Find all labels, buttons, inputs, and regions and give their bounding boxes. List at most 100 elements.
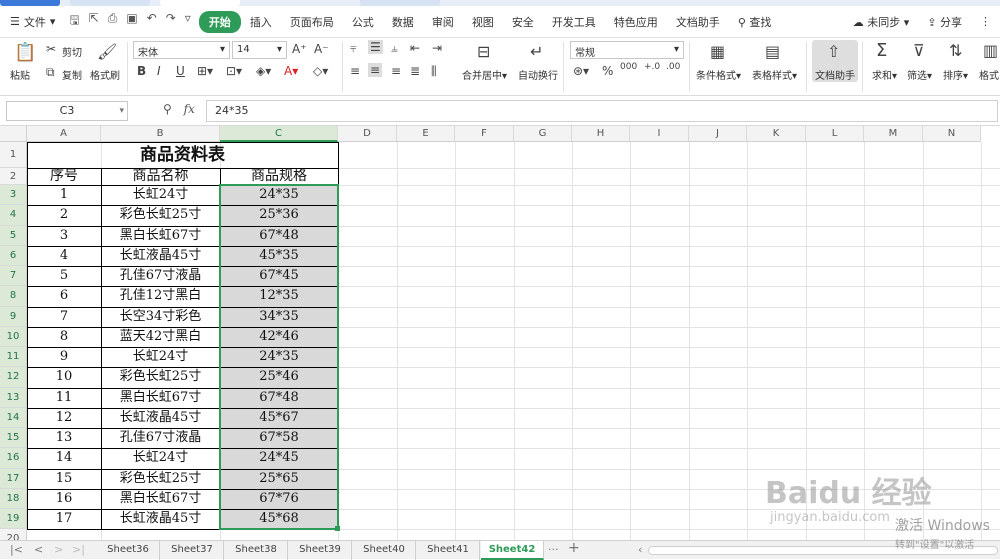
currency-icon[interactable]: ⊛▾ xyxy=(573,64,589,78)
cell-product-name[interactable]: 黑白长虹67寸 xyxy=(101,226,220,246)
cell-product-name[interactable]: 孔佳67寸液晶 xyxy=(101,428,220,448)
column-header-g[interactable]: G xyxy=(514,126,572,142)
cell-seq[interactable]: 1 xyxy=(27,185,101,205)
tab-home[interactable]: 开始 xyxy=(198,10,241,33)
add-sheet-button[interactable]: + xyxy=(568,540,580,556)
row-header-16[interactable]: 16 xyxy=(0,448,27,469)
select-all-corner[interactable] xyxy=(0,126,27,142)
header-product-name[interactable]: 商品名称 xyxy=(101,168,220,185)
search-command[interactable]: ⚲ 查找 xyxy=(729,14,781,30)
sheet-tab-sheet39[interactable]: Sheet39 xyxy=(289,541,352,560)
border-icon[interactable]: ⊞▾ xyxy=(197,64,213,78)
justify-icon[interactable]: ≣ xyxy=(410,64,420,78)
cell-product-name[interactable]: 长虹24寸 xyxy=(101,448,220,468)
cell-product-name[interactable]: 长虹液晶45寸 xyxy=(101,246,220,266)
cell-seq[interactable]: 10 xyxy=(27,367,101,387)
column-header-m[interactable]: M xyxy=(864,126,923,142)
file-menu[interactable]: ☰ 文件 ▾ xyxy=(0,14,61,30)
redo-icon[interactable]: ↷ xyxy=(166,11,176,32)
cell-seq[interactable]: 2 xyxy=(27,205,101,225)
align-top-icon[interactable]: ⫧ xyxy=(350,41,357,56)
sheet-tab-sheet37[interactable]: Sheet37 xyxy=(161,541,224,560)
sheet-tab-sheet41[interactable]: Sheet41 xyxy=(417,541,480,560)
zoom-icon[interactable]: ⚲ xyxy=(163,102,172,116)
copy-button[interactable]: 复制 xyxy=(62,67,82,82)
tab-data[interactable]: 数据 xyxy=(383,14,423,30)
row-header-2[interactable]: 2 xyxy=(0,168,27,185)
prev-sheet-icon[interactable]: < xyxy=(34,543,43,556)
cell-product-name[interactable]: 彩色长虹25寸 xyxy=(101,367,220,387)
row-header-6[interactable]: 6 xyxy=(0,245,27,266)
sheet-tab-sheet42[interactable]: Sheet42 xyxy=(481,541,544,560)
tab-security[interactable]: 安全 xyxy=(503,14,543,30)
cell-product-name[interactable]: 长虹24寸 xyxy=(101,347,220,367)
cell-seq[interactable]: 8 xyxy=(27,327,101,347)
row-header-5[interactable]: 5 xyxy=(0,225,27,246)
row-header-14[interactable]: 14 xyxy=(0,407,27,428)
cut-button[interactable]: 剪切 xyxy=(62,44,82,59)
underline-icon[interactable]: U xyxy=(176,64,185,78)
column-header-k[interactable]: K xyxy=(747,126,806,142)
sheet-tab-sheet40[interactable]: Sheet40 xyxy=(353,541,416,560)
row-header-19[interactable]: 19 xyxy=(0,509,27,530)
sort-button[interactable]: 排序▾ xyxy=(943,67,968,82)
align-right-icon[interactable]: ≡ xyxy=(391,64,401,78)
cell-product-name[interactable]: 长空34寸彩色 xyxy=(101,307,220,327)
row-header-18[interactable]: 18 xyxy=(0,488,27,509)
cell-seq[interactable]: 9 xyxy=(27,347,101,367)
tab-formulas[interactable]: 公式 xyxy=(343,14,383,30)
align-center-icon[interactable]: ≡ xyxy=(368,63,383,77)
tab-developer[interactable]: 开发工具 xyxy=(543,14,605,30)
font-name-select[interactable]: 宋体 ▾ xyxy=(133,41,230,59)
indent-increase-icon[interactable]: ⇥ xyxy=(432,41,442,55)
cell-seq[interactable]: 17 xyxy=(27,509,101,529)
cell-seq[interactable]: 12 xyxy=(27,408,101,428)
row-header-13[interactable]: 13 xyxy=(0,387,27,408)
paste-button[interactable]: 粘贴 xyxy=(10,67,30,82)
row-header-12[interactable]: 12 xyxy=(0,367,27,388)
cell-seq[interactable]: 13 xyxy=(27,428,101,448)
tab-doc-assistant[interactable]: 文档助手 xyxy=(667,14,729,30)
column-header-l[interactable]: L xyxy=(806,126,864,142)
column-header-d[interactable]: D xyxy=(338,126,397,142)
row-header-17[interactable]: 17 xyxy=(0,468,27,489)
column-header-a[interactable]: A xyxy=(27,126,101,142)
cell-product-name[interactable]: 彩色长虹25寸 xyxy=(101,205,220,225)
cell-product-name[interactable]: 黑白长虹67寸 xyxy=(101,388,220,408)
fill-color-icon[interactable]: ◈▾ xyxy=(256,64,271,78)
increase-decimal-icon[interactable]: +.0 xyxy=(644,62,660,72)
font-color-icon[interactable]: A▾ xyxy=(284,64,298,78)
scroll-left-icon[interactable]: ‹ xyxy=(638,543,642,556)
cell-product-name[interactable]: 蓝天42寸黑白 xyxy=(101,327,220,347)
cell-seq[interactable]: 4 xyxy=(27,246,101,266)
tab-page-layout[interactable]: 页面布局 xyxy=(281,14,343,30)
share-button[interactable]: ⇪ 分享 xyxy=(918,14,971,30)
conditional-format-button[interactable]: 条件格式▾ xyxy=(696,67,741,82)
bold-icon[interactable]: B xyxy=(137,64,146,78)
sheet-tab-sheet36[interactable]: Sheet36 xyxy=(97,541,160,560)
row-header-3[interactable]: 3 xyxy=(0,185,27,206)
row-header-1[interactable]: 1 xyxy=(0,142,27,168)
cell-seq[interactable]: 7 xyxy=(27,307,101,327)
row-header-4[interactable]: 4 xyxy=(0,205,27,226)
sheet-tab-sheet38[interactable]: Sheet38 xyxy=(225,541,288,560)
decrease-decimal-icon[interactable]: .00 xyxy=(666,62,680,72)
doc-assistant-button[interactable]: 文档助手 xyxy=(815,67,855,82)
merge-style-icon[interactable]: ⊡▾ xyxy=(226,64,242,78)
name-box[interactable]: C3 ▾ xyxy=(6,101,128,121)
cell-product-name[interactable]: 孔佳12寸黑白 xyxy=(101,286,220,306)
italic-icon[interactable]: I xyxy=(157,64,161,78)
align-middle-icon[interactable]: ☰ xyxy=(368,40,383,54)
align-bottom-icon[interactable]: ⫨ xyxy=(391,41,398,56)
format-button[interactable]: 格式 xyxy=(979,67,999,82)
table-style-button[interactable]: 表格样式▾ xyxy=(752,67,797,82)
cell-seq[interactable]: 16 xyxy=(27,489,101,509)
column-header-f[interactable]: F xyxy=(455,126,514,142)
column-header-n[interactable]: N xyxy=(923,126,981,142)
cell-seq[interactable]: 14 xyxy=(27,448,101,468)
merge-center-button[interactable]: 合并居中▾ xyxy=(462,67,507,82)
percent-icon[interactable]: % xyxy=(602,64,613,78)
row-header-10[interactable]: 10 xyxy=(0,326,27,347)
paste-icon[interactable]: 📋 xyxy=(14,42,36,63)
tab-view[interactable]: 视图 xyxy=(463,14,503,30)
